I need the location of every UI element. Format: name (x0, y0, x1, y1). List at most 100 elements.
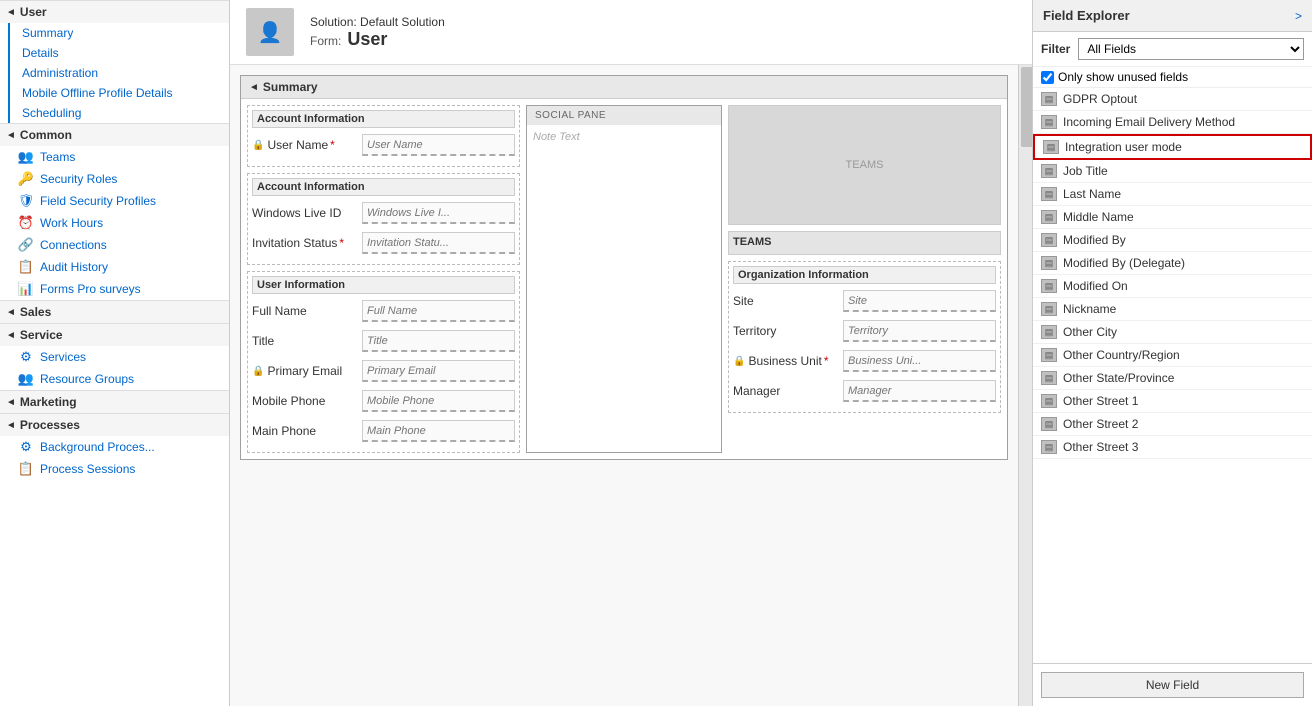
sidebar-item-security-roles[interactable]: 🔑 Security Roles (0, 168, 229, 190)
social-pane: SOCIAL PANE Note Text (526, 105, 722, 453)
field-item-modified-on[interactable]: ▤ Modified On (1033, 275, 1312, 298)
user-name-label: 🔒 User Name * (252, 138, 362, 152)
sidebar-section-processes[interactable]: ◄ Processes (0, 413, 229, 436)
mobile-phone-row: Mobile Phone (252, 388, 515, 414)
new-field-button[interactable]: New Field (1041, 672, 1304, 698)
field-label-last-name: Last Name (1063, 187, 1121, 201)
sidebar-section-marketing[interactable]: ◄ Marketing (0, 390, 229, 413)
sidebar-item-field-security[interactable]: 🛡 Field Security Profiles (0, 190, 229, 212)
field-icon-modified-by-delegate: ▤ (1041, 256, 1057, 270)
sidebar-item-details[interactable]: Details (8, 43, 229, 63)
field-item-gdpr[interactable]: ▤ GDPR Optout (1033, 88, 1312, 111)
field-explorer-expand-button[interactable]: > (1295, 9, 1302, 23)
inv-required-star: * (339, 236, 344, 250)
field-item-integration-user[interactable]: ▤ Integration user mode (1033, 134, 1312, 160)
scroll-thumb[interactable] (1021, 67, 1032, 147)
field-label-other-street-1: Other Street 1 (1063, 394, 1138, 408)
territory-label: Territory (733, 324, 843, 338)
field-item-other-street-3[interactable]: ▤ Other Street 3 (1033, 436, 1312, 459)
field-icon-other-street-2: ▤ (1041, 417, 1057, 431)
field-label-modified-by: Modified By (1063, 233, 1126, 247)
note-text[interactable]: Note Text (527, 125, 721, 452)
manager-label: Manager (733, 384, 843, 398)
title-input[interactable] (362, 330, 515, 352)
primary-email-label: 🔒 Primary Email (252, 364, 362, 378)
summary-section-header: ◄ Summary (241, 76, 1007, 99)
only-unused-label: Only show unused fields (1058, 70, 1188, 84)
org-info-header: Organization Information (733, 266, 996, 284)
sidebar-item-work-hours[interactable]: ⏰ Work Hours (0, 212, 229, 234)
field-label-modified-by-delegate: Modified By (Delegate) (1063, 256, 1185, 270)
only-unused-row: Only show unused fields (1033, 67, 1312, 88)
filter-label: Filter (1041, 42, 1070, 56)
main-scrollbar[interactable] (1018, 65, 1032, 706)
col2: SOCIAL PANE Note Text (526, 105, 722, 453)
sidebar-item-scheduling[interactable]: Scheduling (8, 103, 229, 123)
work-hours-icon: ⏰ (18, 215, 34, 231)
connections-icon: 🔗 (18, 237, 34, 253)
background-processes-icon: ⚙ (18, 439, 34, 455)
primary-email-input[interactable] (362, 360, 515, 382)
territory-row: Territory (733, 318, 996, 344)
account-info-2-header: Account Information (252, 178, 515, 196)
field-item-job-title[interactable]: ▤ Job Title (1033, 160, 1312, 183)
site-input[interactable] (843, 290, 996, 312)
filter-select[interactable]: All Fields Custom Fields System Fields (1078, 38, 1304, 60)
field-explorer: Field Explorer > Filter All Fields Custo… (1032, 0, 1312, 706)
mobile-phone-label: Mobile Phone (252, 394, 362, 408)
field-item-nickname[interactable]: ▤ Nickname (1033, 298, 1312, 321)
field-item-other-country[interactable]: ▤ Other Country/Region (1033, 344, 1312, 367)
field-label-job-title: Job Title (1063, 164, 1108, 178)
sidebar-item-resource-groups[interactable]: 👥 Resource Groups (0, 368, 229, 390)
full-name-input[interactable] (362, 300, 515, 322)
sidebar-section-service[interactable]: ◄ Service (0, 323, 229, 346)
sidebar-item-process-sessions[interactable]: 📋 Process Sessions (0, 458, 229, 480)
field-icon-other-country: ▤ (1041, 348, 1057, 362)
field-item-other-state[interactable]: ▤ Other State/Province (1033, 367, 1312, 390)
sidebar-item-administration[interactable]: Administration (8, 63, 229, 83)
sidebar-item-background-processes[interactable]: ⚙ Background Proces... (0, 436, 229, 458)
summary-title: Summary (263, 80, 318, 94)
field-item-incoming-email[interactable]: ▤ Incoming Email Delivery Method (1033, 111, 1312, 134)
main-phone-input[interactable] (362, 420, 515, 442)
sidebar-item-audit-history[interactable]: 📋 Audit History (0, 256, 229, 278)
title-label: Title (252, 334, 362, 348)
field-item-modified-by[interactable]: ▤ Modified By (1033, 229, 1312, 252)
sidebar-section-user[interactable]: ◄ User (0, 0, 229, 23)
main-content: 👤 Solution: Default Solution Form: User … (230, 0, 1032, 706)
sidebar-item-forms-pro[interactable]: 📊 Forms Pro surveys (0, 278, 229, 300)
mobile-phone-input[interactable] (362, 390, 515, 412)
sidebar-section-common[interactable]: ◄ Common (0, 123, 229, 146)
field-item-middle-name[interactable]: ▤ Middle Name (1033, 206, 1312, 229)
sidebar-item-teams[interactable]: 👥 Teams (0, 146, 229, 168)
windows-live-id-input[interactable] (362, 202, 515, 224)
sidebar-item-mobile-offline[interactable]: Mobile Offline Profile Details (8, 83, 229, 103)
invitation-status-input[interactable] (362, 232, 515, 254)
field-icon-modified-by: ▤ (1041, 233, 1057, 247)
field-item-last-name[interactable]: ▤ Last Name (1033, 183, 1312, 206)
service-arrow-icon: ◄ (6, 330, 16, 341)
full-name-row: Full Name (252, 298, 515, 324)
three-col-layout: Account Information 🔒 User Name * (241, 99, 1007, 459)
invitation-status-label: Invitation Status * (252, 236, 362, 250)
manager-input[interactable] (843, 380, 996, 402)
field-item-other-city[interactable]: ▤ Other City (1033, 321, 1312, 344)
field-item-other-street-1[interactable]: ▤ Other Street 1 (1033, 390, 1312, 413)
field-item-other-street-2[interactable]: ▤ Other Street 2 (1033, 413, 1312, 436)
form-name: User (347, 29, 387, 50)
form-label: Form: (310, 34, 341, 48)
field-item-modified-by-delegate[interactable]: ▤ Modified By (Delegate) (1033, 252, 1312, 275)
sidebar-item-connections[interactable]: 🔗 Connections (0, 234, 229, 256)
sales-arrow-icon: ◄ (6, 307, 16, 318)
sidebar-item-summary[interactable]: Summary (8, 23, 229, 43)
territory-input[interactable] (843, 320, 996, 342)
common-arrow-icon: ◄ (6, 130, 16, 141)
main-phone-label: Main Phone (252, 424, 362, 438)
business-unit-input[interactable] (843, 350, 996, 372)
sidebar-section-sales[interactable]: ◄ Sales (0, 300, 229, 323)
sidebar-item-services[interactable]: ⚙ Services (0, 346, 229, 368)
user-name-input[interactable] (362, 134, 515, 156)
business-unit-row: 🔒 Business Unit * (733, 348, 996, 374)
only-unused-checkbox[interactable] (1041, 71, 1054, 84)
user-info-header: User Information (252, 276, 515, 294)
